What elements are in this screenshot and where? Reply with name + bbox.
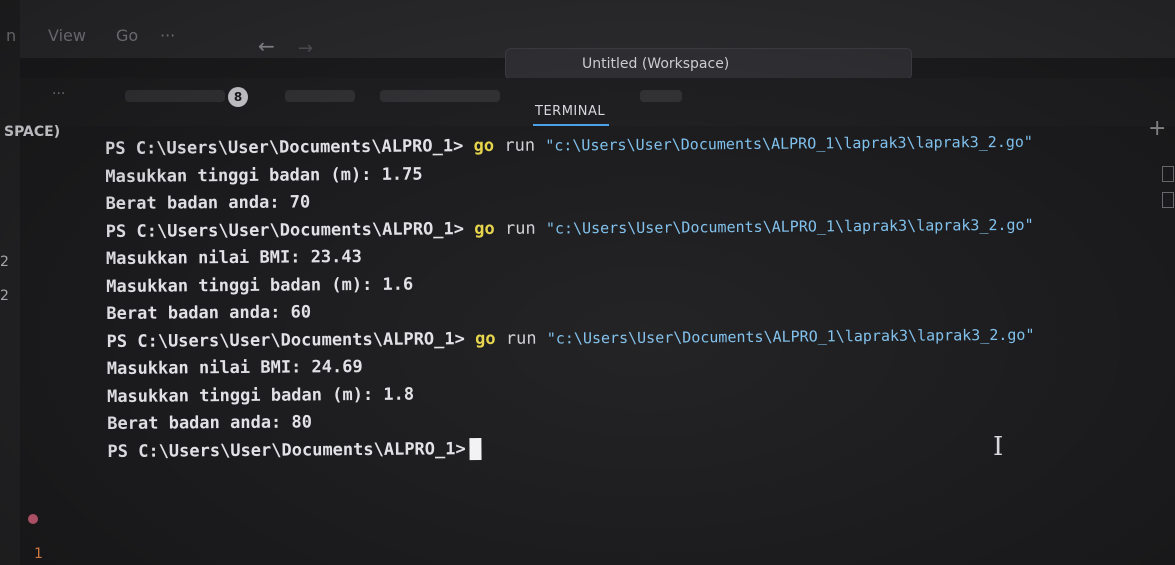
tab-output[interactable] (285, 90, 355, 102)
command-run: run (505, 328, 537, 349)
back-arrow-icon[interactable]: ← (258, 34, 275, 58)
menu-item-go[interactable]: Go (116, 26, 138, 45)
tab-problems[interactable] (125, 90, 225, 102)
panel-more-icon[interactable]: ··· (52, 86, 65, 102)
command-path: "c:\Users\User\Documents\ALPRO_1\laprak3… (545, 215, 1034, 238)
menu-more-icon[interactable]: ··· (160, 26, 175, 45)
screen: n View Go ··· ← → Untitled (Workspace) ·… (0, 0, 1175, 565)
terminal-prompt: PS C:\Users\User\Documents\ALPRO_1> (105, 136, 464, 159)
terminal-prompt: PS C:\Users\User\Documents\ALPRO_1> (105, 218, 465, 242)
forward-arrow-icon[interactable]: → (298, 38, 313, 59)
menu-item-view[interactable]: View (48, 26, 86, 45)
terminal-prompt: PS C:\Users\User\Documents\ALPRO_1> (106, 328, 465, 352)
sidebar-fragment: 2 (0, 254, 9, 270)
command-run: run (504, 218, 536, 239)
command-go: go (473, 135, 495, 157)
tab-terminal[interactable]: TERMINAL (535, 104, 605, 119)
sidebar-badge-number: 1 (34, 546, 43, 562)
problems-count-badge: 8 (228, 87, 248, 107)
terminal-cursor (469, 437, 482, 460)
tab-debug-console[interactable] (380, 90, 500, 102)
modified-dot-icon (28, 514, 38, 524)
terminal-output[interactable]: PS C:\Users\User\Documents\ALPRO_1> go r… (105, 128, 1168, 496)
window-title: Untitled (Workspace) (582, 56, 730, 72)
mouse-text-cursor-icon: I (993, 432, 1004, 462)
sidebar-fragment: 2 (0, 288, 9, 304)
tab-ports[interactable] (640, 90, 682, 102)
command-run: run (504, 135, 536, 156)
explorer-workspace-label[interactable]: SPACE) (4, 124, 60, 140)
command-go: go (474, 218, 495, 239)
command-path: "c:\Users\User\Documents\ALPRO_1\laprak3… (545, 132, 1034, 155)
activity-bar (0, 0, 20, 565)
command-path: "c:\Users\User\Documents\ALPRO_1\laprak3… (546, 325, 1035, 348)
terminal-prompt: PS C:\Users\User\Documents\ALPRO_1> (107, 438, 466, 462)
menu-item-partial[interactable]: n (6, 26, 16, 45)
command-go: go (475, 328, 496, 349)
active-tab-indicator (533, 124, 609, 126)
